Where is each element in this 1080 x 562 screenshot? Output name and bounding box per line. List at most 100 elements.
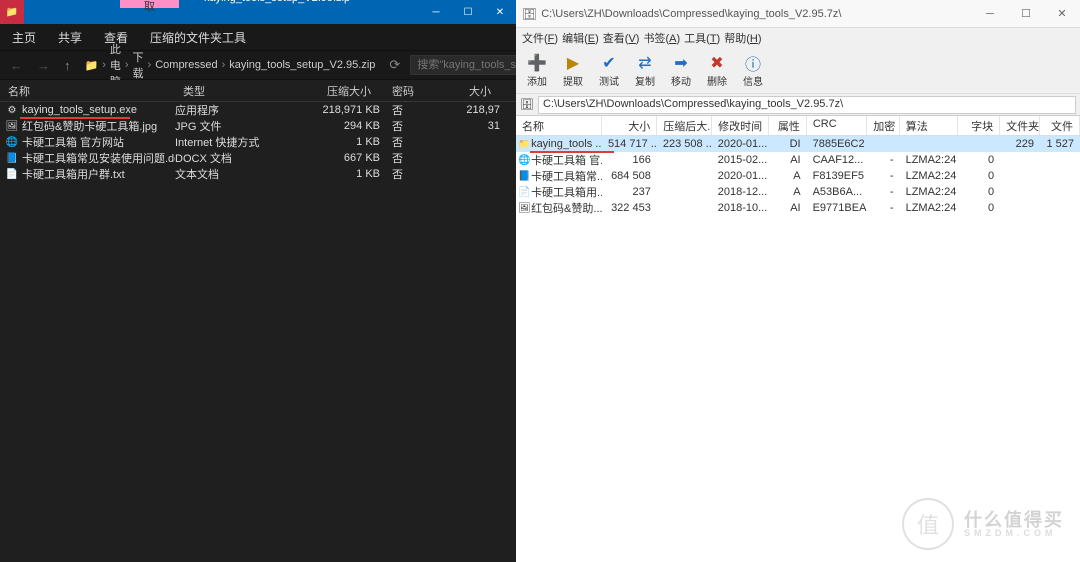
file-row[interactable]: 📁kaying_tools ...514 717 ...223 508 ...2… (516, 136, 1080, 152)
maximize-button[interactable]: ☐ (452, 0, 484, 24)
watermark-subtext: SMZDM.COM (964, 529, 1064, 538)
file-password: 否 (380, 118, 430, 134)
toolbar-button-提取[interactable]: ▶提取 (556, 53, 590, 88)
file-row[interactable]: 🌐卡硬工具箱 官...1662015-02...AICAAF12...-LZMA… (516, 152, 1080, 168)
toolbar-button-复制[interactable]: ⇄复制 (628, 53, 662, 88)
menu-item[interactable]: 查看(V) (603, 30, 640, 46)
file-size: 218,97 (430, 104, 500, 116)
file-name: 红包码&赞助... (531, 200, 602, 216)
col-size[interactable]: 大小 (602, 116, 657, 135)
file-password: 否 (380, 150, 430, 166)
file-size: 514 717 ... (602, 138, 657, 150)
file-icon: ⚙ (4, 105, 20, 116)
path-bar: 🗄 C:\Users\ZH\Downloads\Compressed\kayin… (516, 94, 1080, 116)
file-crc: F8139EF5 (807, 170, 867, 182)
col-name[interactable]: 名称 (0, 80, 175, 101)
toolbar-button-删除[interactable]: ✖删除 (700, 53, 734, 88)
col-attributes[interactable]: 属性 (769, 116, 807, 135)
file-row[interactable]: 📄卡硬工具箱用...2372018-12...AA53B6A...-LZMA2:… (516, 184, 1080, 200)
toolbar-label: 移动 (671, 73, 691, 88)
col-password[interactable]: 密码保护 (380, 80, 430, 101)
toolbar-icon: ⇄ (638, 53, 651, 73)
file-blocks: 0 (958, 154, 1000, 166)
toolbar-icon: ▶ (567, 53, 579, 73)
file-row[interactable]: 📘卡硬工具箱常见安装使用问题.docxDOCX 文档667 KB否 (0, 150, 516, 166)
crumb-archive[interactable]: kaying_tools_setup_V2.95.zip (229, 59, 375, 71)
close-button[interactable]: ✕ (484, 0, 516, 24)
ribbon-tab-share[interactable]: 共享 (58, 29, 82, 46)
file-row[interactable]: 🖼红包码&赞助...322 4532018-10...AIE9771BEA-LZ… (516, 200, 1080, 216)
file-row[interactable]: 📘卡硬工具箱常...684 5082020-01...AF8139EF5-LZM… (516, 168, 1080, 184)
watermark-text: 什么值得买 (964, 511, 1064, 529)
crumb-downloads[interactable]: 下载 (133, 49, 144, 81)
file-name: 卡硬工具箱用户群.txt (20, 166, 175, 182)
toolbar-label: 删除 (707, 73, 727, 88)
toolbar-button-测试[interactable]: ✔测试 (592, 53, 626, 88)
close-button[interactable]: ✕ (1044, 0, 1080, 28)
col-algorithm[interactable]: 算法 (900, 116, 959, 135)
file-type: 应用程序 (175, 102, 290, 118)
file-row[interactable]: 📄卡硬工具箱用户群.txt文本文档1 KB否 (0, 166, 516, 182)
title-bar[interactable]: 提取 kaying_tools_setup_V2.95.zip ─ ☐ ✕ (0, 0, 516, 24)
file-name: 卡硬工具箱 官... (531, 152, 602, 168)
toolbar-button-移动[interactable]: ➡移动 (664, 53, 698, 88)
title-bar[interactable]: 🗄 C:\Users\ZH\Downloads\Compressed\kayin… (516, 0, 1080, 28)
up-button[interactable]: ↑ (60, 58, 75, 73)
menu-item[interactable]: 文件(F) (522, 30, 558, 46)
file-row[interactable]: 🌐卡硬工具箱 官方网站Internet 快捷方式1 KB否 (0, 134, 516, 150)
file-attr: A (768, 170, 806, 182)
col-size[interactable]: 大小 (430, 80, 500, 101)
file-compressed-size: 1 KB (290, 168, 380, 180)
file-modified: 2018-12... (712, 186, 769, 198)
ribbon-tab-home[interactable]: 主页 (12, 29, 36, 46)
toolbar-label: 复制 (635, 73, 655, 88)
col-compressed-size[interactable]: 压缩大小 (290, 80, 380, 101)
file-folders: 229 (1000, 138, 1040, 150)
crumb-compressed[interactable]: Compressed (155, 59, 217, 71)
menu-item[interactable]: 帮助(H) (724, 30, 761, 46)
col-folders[interactable]: 文件夹 (1000, 116, 1040, 135)
app-icon (0, 0, 24, 24)
col-packed-size[interactable]: 压缩后大... (657, 116, 712, 135)
columns-header: 名称 大小 压缩后大... 修改时间 属性 CRC 加密 算法 字块 文件夹 文… (516, 116, 1080, 136)
col-files[interactable]: 文件 (1040, 116, 1080, 135)
file-size: 237 (602, 186, 657, 198)
file-password: 否 (380, 166, 430, 182)
context-tab-extract[interactable]: 提取 (120, 0, 179, 8)
path-input[interactable]: C:\Users\ZH\Downloads\Compressed\kaying_… (538, 96, 1076, 114)
col-name[interactable]: 名称 (516, 116, 602, 135)
file-attr: DI (768, 138, 806, 150)
menu-item[interactable]: 工具(T) (684, 30, 720, 46)
file-crc: A53B6A... (807, 186, 867, 198)
file-icon: 📘 (4, 153, 20, 164)
menu-item[interactable]: 书签(A) (643, 30, 680, 46)
col-modified[interactable]: 修改时间 (712, 116, 769, 135)
col-blocks[interactable]: 字块 (958, 116, 1000, 135)
file-row[interactable]: ⚙kaying_tools_setup.exe应用程序218,971 KB否21… (0, 102, 516, 118)
minimize-button[interactable]: ─ (972, 0, 1008, 28)
back-button[interactable]: ← (6, 58, 27, 73)
minimize-button[interactable]: ─ (420, 0, 452, 24)
file-compressed-size: 1 KB (290, 136, 380, 148)
maximize-button[interactable]: ☐ (1008, 0, 1044, 28)
toolbar-icon: ✖ (710, 53, 723, 73)
menu-item[interactable]: 编辑(E) (562, 30, 599, 46)
search-input[interactable] (410, 55, 530, 75)
col-type[interactable]: 类型 (175, 80, 290, 101)
toolbar-button-添加[interactable]: ➕添加 (520, 53, 554, 88)
window-title: C:\Users\ZH\Downloads\Compressed\kaying_… (541, 8, 841, 20)
toolbar: ➕添加▶提取✔测试⇄复制➡移动✖删除ⓘ信息 (516, 48, 1080, 94)
file-icon: 🖼 (518, 203, 531, 214)
file-encrypted: - (867, 154, 900, 166)
toolbar-button-信息[interactable]: ⓘ信息 (736, 53, 770, 88)
toolbar-icon: ⓘ (745, 53, 761, 73)
file-row[interactable]: 🖼红包码&赞助卡硬工具箱.jpgJPG 文件294 KB否31 (0, 118, 516, 134)
file-size: 166 (602, 154, 657, 166)
forward-button[interactable]: → (33, 58, 54, 73)
col-crc[interactable]: CRC (807, 116, 867, 135)
file-attr: A (768, 186, 806, 198)
col-encrypted[interactable]: 加密 (867, 116, 900, 135)
refresh-button[interactable]: ⟳ (385, 57, 404, 73)
file-files: 1 527 (1040, 138, 1080, 150)
file-type: Internet 快捷方式 (175, 134, 290, 150)
